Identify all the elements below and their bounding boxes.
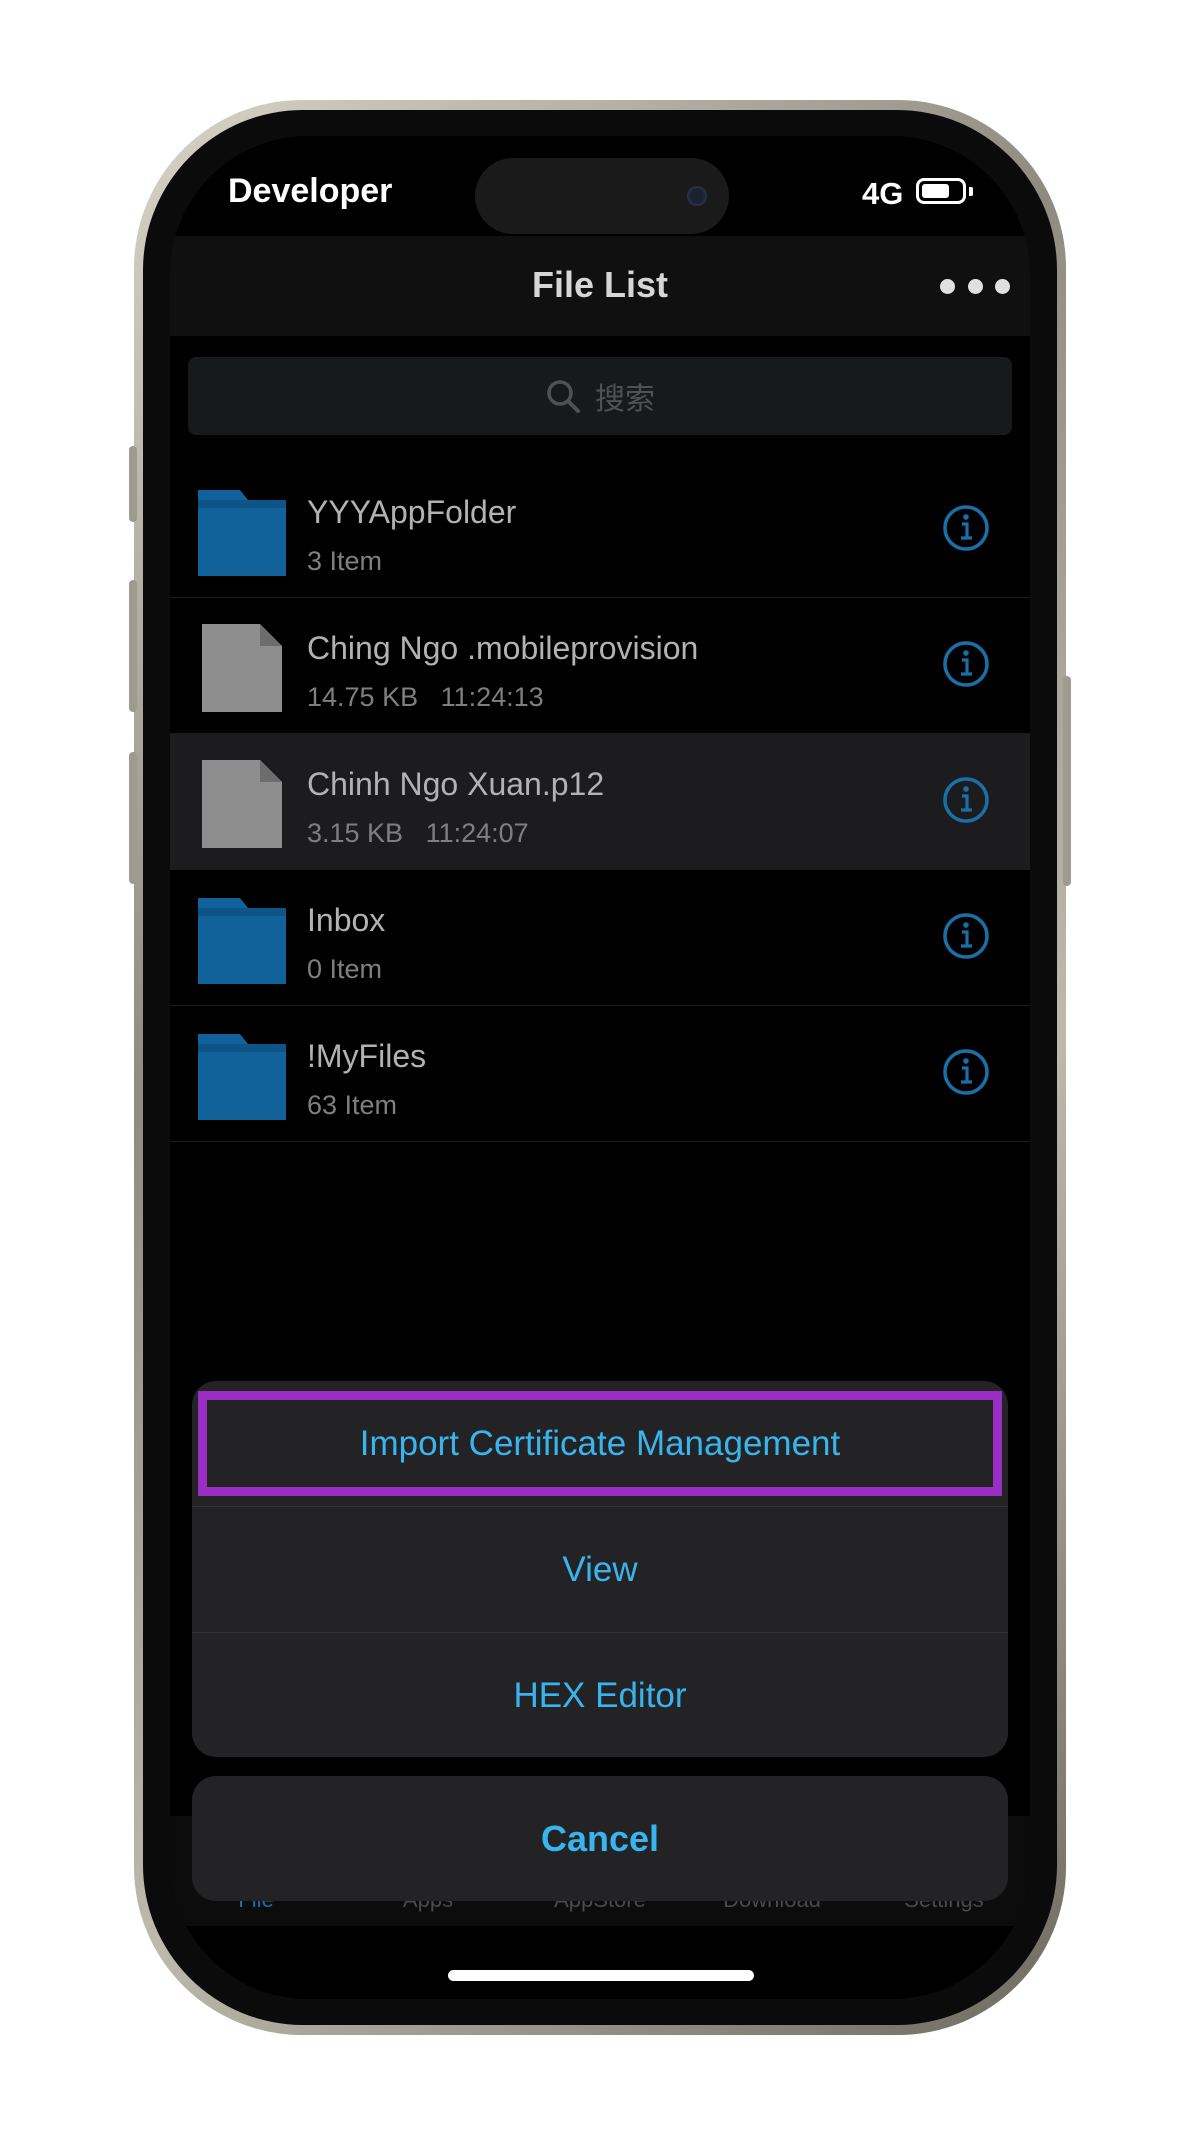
highlight-box <box>198 1391 1002 1496</box>
folder-icon <box>198 490 286 576</box>
file-name: Inbox <box>307 902 386 938</box>
file-name: Chinh Ngo Xuan.p12 <box>307 766 605 802</box>
page-title: File List <box>531 264 669 305</box>
action-sheet: Import Certificate Management View HEX E… <box>192 1381 1008 1757</box>
status-carrier: Developer <box>228 172 393 210</box>
dynamic-island <box>475 158 729 234</box>
list-item[interactable]: YYYAppFolder 3 Item <box>170 462 1030 598</box>
file-name: YYYAppFolder <box>307 494 517 530</box>
file-meta: 63 Item <box>307 1090 398 1120</box>
file-meta: 14.75 KB 11:24:13 <box>307 682 544 712</box>
cancel-button[interactable]: Cancel <box>192 1776 1008 1901</box>
screen: Developer 4G File List 搜索 YYYAppFolder 3… <box>170 136 1030 1999</box>
file-meta: 3 Item <box>307 546 383 576</box>
battery-icon <box>916 178 966 204</box>
search-placeholder: 搜索 <box>595 383 655 416</box>
file-name: Ching Ngo .mobileprovision <box>307 630 699 666</box>
folder-icon <box>198 1034 286 1120</box>
document-icon <box>202 760 282 848</box>
file-list: YYYAppFolder 3 Item Ching Ngo .mobilepro… <box>170 462 1030 1142</box>
silent-switch <box>129 446 137 522</box>
camera-icon <box>687 186 707 206</box>
search-icon <box>547 380 580 413</box>
list-item[interactable]: !MyFiles 63 Item <box>170 1006 1030 1142</box>
network-indicator: 4G <box>862 176 904 211</box>
folder-icon <box>198 898 286 984</box>
nav-bar: File List <box>170 236 1030 336</box>
more-options-icon[interactable] <box>940 266 1010 306</box>
home-indicator[interactable] <box>448 1970 754 1981</box>
document-icon <box>202 624 282 712</box>
list-item[interactable]: Ching Ngo .mobileprovision 14.75 KB 11:2… <box>170 598 1030 734</box>
battery-tip <box>969 187 973 196</box>
info-icon[interactable] <box>941 775 991 825</box>
hex-editor-button[interactable]: HEX Editor <box>192 1633 1008 1757</box>
file-meta: 3.15 KB 11:24:07 <box>307 818 529 848</box>
file-meta: 0 Item <box>307 954 383 984</box>
info-icon[interactable] <box>941 639 991 689</box>
search-input[interactable]: 搜索 <box>188 357 1012 435</box>
view-button[interactable]: View <box>192 1507 1008 1633</box>
power-button <box>1063 676 1071 886</box>
volume-up-button <box>129 580 137 712</box>
list-item[interactable]: Chinh Ngo Xuan.p12 3.15 KB 11:24:07 <box>170 734 1030 870</box>
volume-down-button <box>129 752 137 884</box>
file-name: !MyFiles <box>307 1038 427 1074</box>
info-icon[interactable] <box>941 503 991 553</box>
info-icon[interactable] <box>941 1047 991 1097</box>
info-icon[interactable] <box>941 911 991 961</box>
list-item[interactable]: Inbox 0 Item <box>170 870 1030 1006</box>
